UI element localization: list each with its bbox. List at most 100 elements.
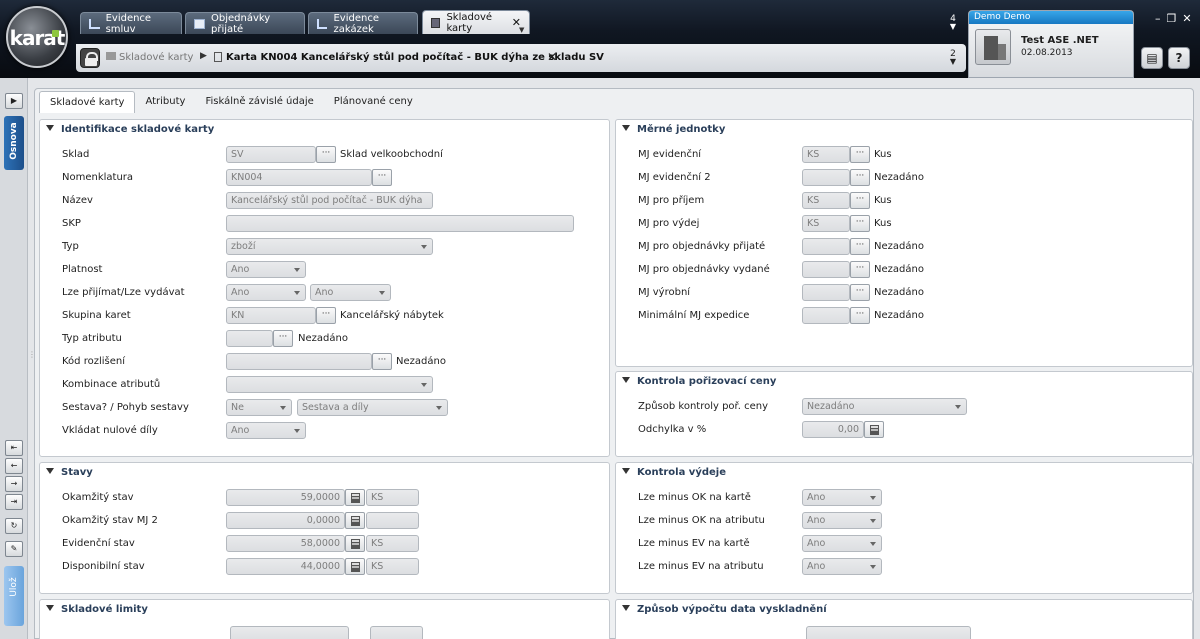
odchylka-field[interactable]: 0,00 bbox=[802, 421, 864, 438]
tabs-dropdown-icon[interactable]: ▼ bbox=[519, 26, 524, 34]
tab-skladove-karty[interactable]: Skladové karty ✕ bbox=[422, 10, 530, 34]
mj-lookup-button[interactable]: ··· bbox=[850, 192, 870, 209]
calculator-icon[interactable] bbox=[345, 535, 365, 552]
stav-unit bbox=[366, 512, 419, 529]
kod-lookup-button[interactable]: ··· bbox=[372, 353, 392, 370]
panel-title[interactable]: Skladové limity bbox=[46, 604, 148, 615]
skupina-field[interactable]: KN bbox=[226, 307, 316, 324]
nomenklatura-lookup-button[interactable]: ··· bbox=[372, 169, 392, 186]
mj-field[interactable] bbox=[802, 261, 850, 278]
mj-lookup-button[interactable]: ··· bbox=[850, 169, 870, 186]
mj-lookup-button[interactable]: ··· bbox=[850, 146, 870, 163]
sestava-select[interactable]: Ne bbox=[226, 399, 292, 416]
mj-field[interactable]: KS bbox=[802, 215, 850, 232]
platnost-select[interactable]: Ano bbox=[226, 261, 306, 278]
first-record-button[interactable]: ⇤ bbox=[5, 440, 23, 456]
panel-title[interactable]: Kontrola výdeje bbox=[622, 467, 726, 478]
kontrola-vydeje-select[interactable]: Ano bbox=[802, 512, 882, 529]
skp-field[interactable] bbox=[226, 215, 574, 232]
stav-field[interactable]: 58,0000 bbox=[226, 535, 345, 552]
outline-toggle[interactable]: Osnova bbox=[4, 116, 24, 170]
save-button[interactable]: Ulož bbox=[4, 566, 24, 626]
mj-field[interactable]: KS bbox=[802, 192, 850, 209]
nomenklatura-field[interactable]: KN004 bbox=[226, 169, 372, 186]
calculator-icon[interactable] bbox=[864, 421, 884, 438]
stav-field[interactable]: 44,0000 bbox=[226, 558, 345, 575]
firm-name: Test ASE .NET bbox=[1021, 35, 1099, 46]
prijimat-select[interactable]: Ano bbox=[226, 284, 306, 301]
breadcrumb-parent[interactable]: Skladové karty bbox=[106, 52, 193, 63]
mj-lookup-button[interactable]: ··· bbox=[850, 238, 870, 255]
panel-title[interactable]: Identifikace skladové karty bbox=[46, 124, 214, 135]
mj-field[interactable] bbox=[802, 307, 850, 324]
lock-icon[interactable] bbox=[80, 48, 100, 68]
close-card-icon[interactable]: ✕ bbox=[547, 50, 557, 64]
tab-evidence-smluv[interactable]: Evidence smluv bbox=[80, 12, 182, 35]
calculator-icon[interactable] bbox=[345, 558, 365, 575]
kontrola-vydeje-select[interactable]: Ano bbox=[802, 535, 882, 552]
typ-select[interactable]: zboží bbox=[226, 238, 433, 255]
nazev-field[interactable]: Kancelářský stůl pod počítač - BUK dýha bbox=[226, 192, 433, 209]
zpusob-kontroly-select[interactable]: Nezadáno bbox=[802, 398, 967, 415]
row-mj: MJ pro objednávky přijaté ··· Nezadáno bbox=[616, 238, 1192, 256]
window-controls: –❐✕ bbox=[1155, 12, 1198, 25]
mj-lookup-button[interactable]: ··· bbox=[850, 307, 870, 324]
kontrola-vydeje-select[interactable]: Ano bbox=[802, 489, 882, 506]
label-nazev: Název bbox=[62, 195, 93, 206]
mj-lookup-button[interactable]: ··· bbox=[850, 215, 870, 232]
label-nomenklatura: Nomenklatura bbox=[62, 172, 134, 183]
next-record-button[interactable]: → bbox=[5, 476, 23, 492]
pohyb-sestavy-select[interactable]: Sestava a díly bbox=[297, 399, 448, 416]
calculator-icon[interactable] bbox=[345, 489, 365, 506]
kontrola-vydeje-select[interactable]: Ano bbox=[802, 558, 882, 575]
tab-atributy[interactable]: Atributy bbox=[135, 91, 195, 113]
previous-record-button[interactable]: ← bbox=[5, 458, 23, 474]
panel-title[interactable]: Způsob výpočtu data vyskladnění bbox=[622, 604, 827, 615]
minimize-icon[interactable]: – bbox=[1155, 12, 1167, 25]
row-skp: SKP bbox=[40, 215, 609, 233]
arrow-down-icon: ▼ bbox=[949, 22, 957, 31]
calculator-button[interactable]: ▤ bbox=[1141, 47, 1163, 69]
mj-lookup-button[interactable]: ··· bbox=[850, 261, 870, 278]
sklad-field[interactable]: SV bbox=[226, 146, 316, 163]
skupina-lookup-button[interactable]: ··· bbox=[316, 307, 336, 324]
sklad-lookup-button[interactable]: ··· bbox=[316, 146, 336, 163]
tab-skladove-karty-inner[interactable]: Skladové karty bbox=[39, 91, 136, 113]
edit-button[interactable]: ✎ bbox=[5, 541, 23, 557]
typ-atributu-lookup-button[interactable]: ··· bbox=[273, 330, 293, 347]
vydavat-select[interactable]: Ano bbox=[310, 284, 391, 301]
user-panel[interactable]: Demo Demo Test ASE .NET 02.08.2013 bbox=[968, 10, 1134, 78]
stav-field[interactable]: 59,0000 bbox=[226, 489, 345, 506]
limit-field[interactable] bbox=[230, 626, 349, 639]
nulove-select[interactable]: Ano bbox=[226, 422, 306, 439]
mj-field[interactable] bbox=[802, 238, 850, 255]
tab-planovane-ceny[interactable]: Plánované ceny bbox=[324, 91, 423, 113]
tab-objednavky-prijate[interactable]: Objednávky přijaté bbox=[185, 12, 305, 35]
kod-field[interactable] bbox=[226, 353, 372, 370]
expand-button[interactable]: ▶ bbox=[5, 93, 23, 109]
help-button[interactable]: ? bbox=[1168, 47, 1190, 69]
counter-bottom[interactable]: 2 ▼ bbox=[946, 49, 960, 66]
mj-field[interactable] bbox=[802, 284, 850, 301]
counter-top[interactable]: 4 ▼ bbox=[946, 14, 960, 31]
typ-atributu-field[interactable] bbox=[226, 330, 273, 347]
tab-label: Evidence zakázek bbox=[333, 12, 379, 35]
top-bar: karat Evidence smluv Objednávky přijaté … bbox=[0, 0, 1200, 78]
mj-desc: Kus bbox=[874, 218, 892, 229]
refresh-button[interactable]: ↻ bbox=[5, 518, 23, 534]
panel-title[interactable]: Stavy bbox=[46, 467, 93, 478]
last-record-button[interactable]: ⇥ bbox=[5, 494, 23, 510]
tab-fiskalne-zavisle[interactable]: Fiskálně závislé údaje bbox=[195, 91, 323, 113]
mj-lookup-button[interactable]: ··· bbox=[850, 284, 870, 301]
kombinace-select[interactable] bbox=[226, 376, 433, 393]
mj-field[interactable]: KS bbox=[802, 146, 850, 163]
panel-title[interactable]: Měrné jednotky bbox=[622, 124, 725, 135]
close-icon[interactable]: ✕ bbox=[1182, 12, 1197, 25]
mj-field[interactable] bbox=[802, 169, 850, 186]
vyskladneni-field[interactable] bbox=[806, 626, 971, 639]
stav-field[interactable]: 0,0000 bbox=[226, 512, 345, 529]
calculator-icon[interactable] bbox=[345, 512, 365, 529]
tab-evidence-zakazek[interactable]: Evidence zakázek bbox=[308, 12, 418, 35]
panel-title[interactable]: Kontrola pořizovací ceny bbox=[622, 376, 776, 387]
restore-icon[interactable]: ❐ bbox=[1167, 12, 1183, 25]
